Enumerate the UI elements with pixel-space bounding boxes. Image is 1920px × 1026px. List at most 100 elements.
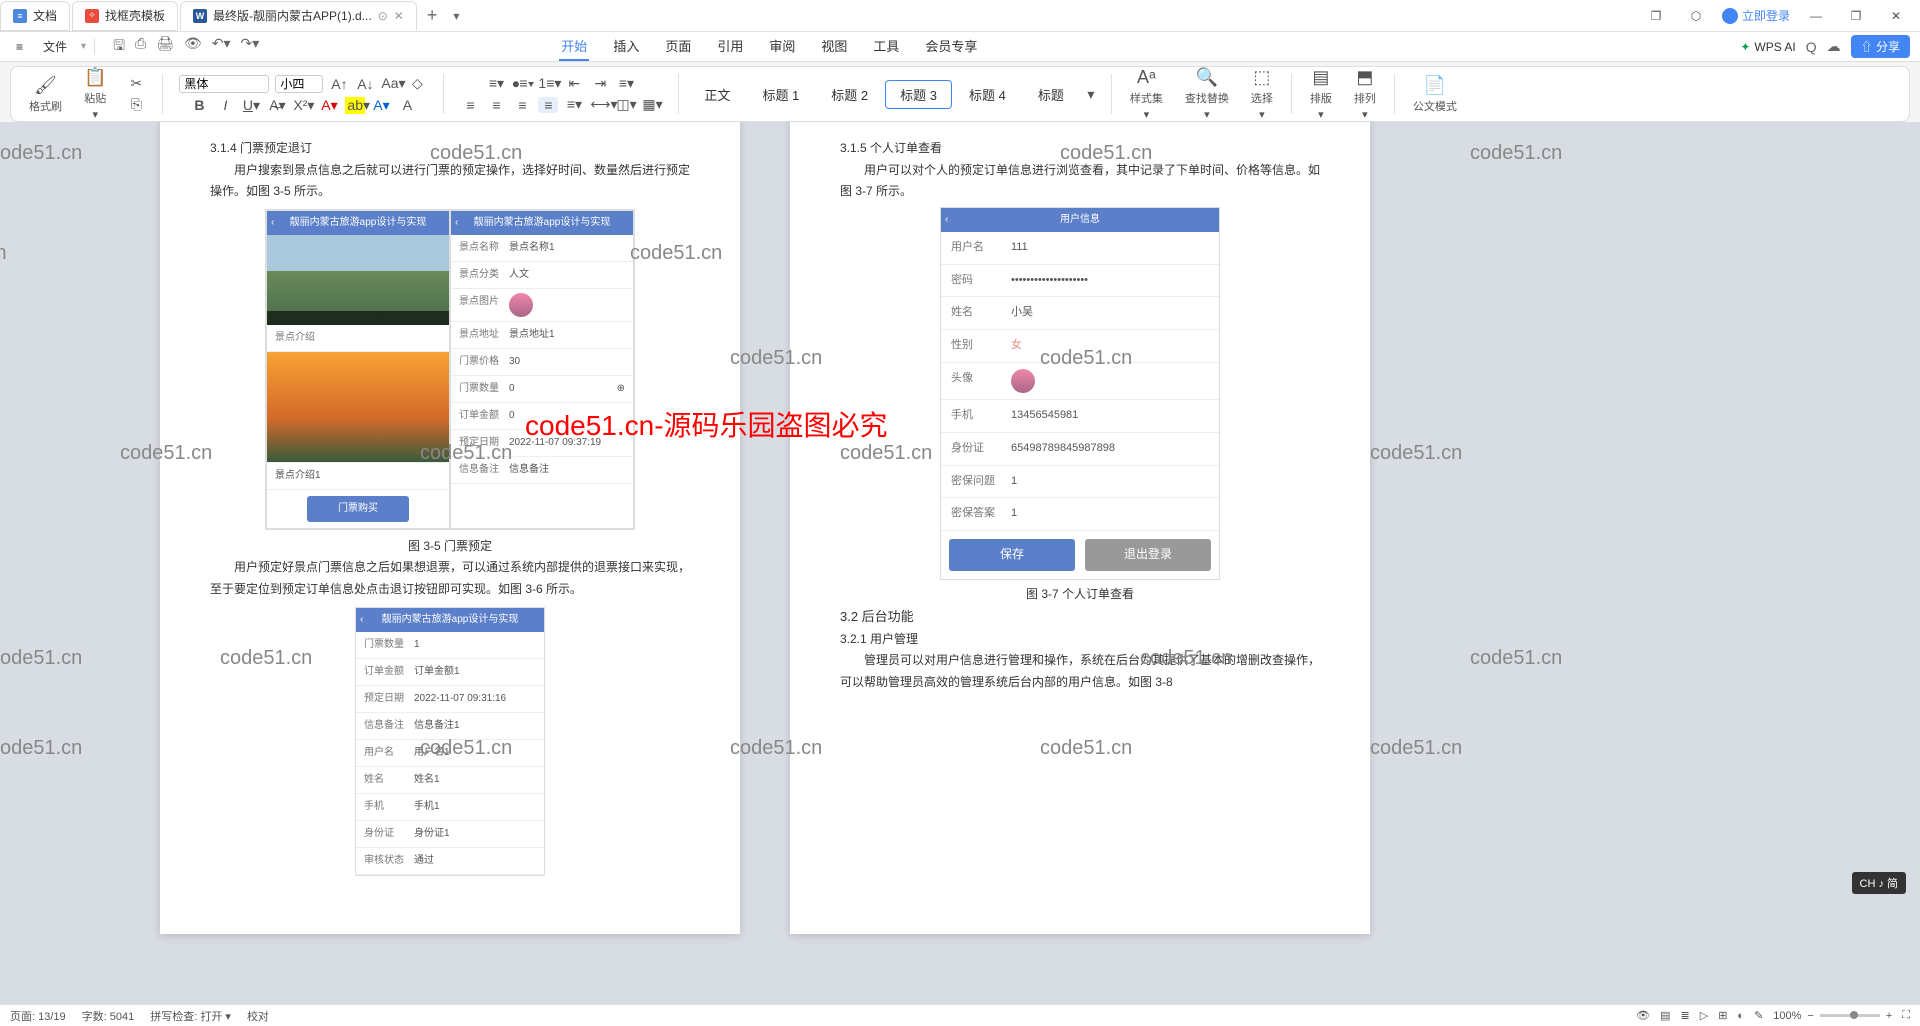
section-3-2: 3.2 后台功能 (840, 605, 1320, 628)
underline-icon[interactable]: U▾ (241, 97, 261, 114)
increase-indent-icon[interactable]: ⇥ (590, 75, 610, 92)
cloud-icon[interactable]: ☁ (1827, 38, 1841, 55)
undo-icon[interactable]: ↶▾ (212, 35, 231, 59)
web-view-icon[interactable]: ⊞ (1718, 1009, 1727, 1022)
line-spacing-icon[interactable]: ⟷▾ (590, 96, 610, 113)
word-count[interactable]: 字数: 5041 (82, 1008, 135, 1024)
file-menu[interactable]: 文件 (37, 36, 73, 57)
style-normal[interactable]: 正文 (689, 80, 745, 109)
hamburger-icon[interactable]: ≡ (10, 38, 29, 56)
page-left: 3.1.4 门票预定退订 用户搜索到景点信息之后就可以进行门票的预定操作，选择好… (160, 122, 740, 934)
borders-icon[interactable]: ▦▾ (642, 96, 662, 113)
tab-view[interactable]: 视图 (819, 32, 849, 61)
align-center-icon[interactable]: ≡ (486, 97, 506, 113)
proofing-status[interactable]: 校对 (247, 1008, 269, 1024)
tab-menu[interactable]: ▾ (445, 9, 467, 23)
maximize-button[interactable]: ❐ (1842, 2, 1870, 30)
duplicate-icon[interactable]: ❐ (1642, 2, 1670, 30)
font-color-icon[interactable]: A▾ (319, 97, 339, 114)
close-icon[interactable]: ⊙ (378, 9, 388, 23)
zoom-in-icon[interactable]: + (1886, 1010, 1892, 1022)
sort-icon[interactable]: ≡▾ (616, 75, 636, 92)
align-left-icon[interactable]: ≡ (460, 97, 480, 113)
layout-button[interactable]: ▤排版▾ (1302, 67, 1340, 121)
login-button[interactable]: 立即登录 (1722, 7, 1790, 24)
view-icon[interactable]: 👁 (1636, 1009, 1650, 1022)
bullets-icon[interactable]: ≡▾ (486, 75, 506, 92)
fullscreen-icon[interactable]: ⛶ (1902, 1009, 1910, 1022)
align-right-icon[interactable]: ≡ (512, 97, 532, 113)
zoom-control[interactable]: 100% − + (1773, 1010, 1892, 1022)
italic-icon[interactable]: I (215, 97, 235, 113)
font-name-select[interactable] (179, 75, 269, 93)
official-doc-button[interactable]: 📄公文模式 (1405, 75, 1465, 114)
tab-doc[interactable]: ≡文档 (0, 1, 70, 31)
tab-start[interactable]: 开始 (559, 32, 589, 61)
new-tab-button[interactable]: + (419, 5, 446, 26)
wps-ai-button[interactable]: ✦WPS AI (1740, 40, 1795, 54)
reading-view-icon[interactable]: ▷ (1700, 1009, 1708, 1022)
font-size-select[interactable] (275, 75, 323, 93)
format-brush-button[interactable]: 🖌格式刷 (21, 75, 70, 114)
multilevel-icon[interactable]: 1≡▾ (538, 75, 558, 92)
spellcheck-status[interactable]: 拼写检查: 打开 ▾ (150, 1008, 231, 1024)
page-indicator[interactable]: 页面: 13/19 (10, 1008, 66, 1024)
outline-view-icon[interactable]: ≣ (1681, 1009, 1690, 1022)
back-icon: ‹ (271, 214, 274, 232)
tab-insert[interactable]: 插入 (611, 32, 641, 61)
minimize-button[interactable]: — (1802, 2, 1830, 30)
zoom-out-icon[interactable]: − (1807, 1010, 1813, 1022)
style-h4[interactable]: 标题 4 (954, 80, 1021, 109)
style-h3[interactable]: 标题 3 (885, 80, 952, 109)
style-title[interactable]: 标题 (1023, 80, 1079, 109)
tab-review[interactable]: 审阅 (767, 32, 797, 61)
distribute-icon[interactable]: ≡▾ (564, 96, 584, 113)
paste-button[interactable]: 📋粘贴▾ (76, 67, 114, 121)
share-button[interactable]: ⇧ 分享 (1851, 35, 1910, 58)
tab-tools[interactable]: 工具 (871, 32, 901, 61)
pen-icon[interactable]: ✎ (1754, 1009, 1763, 1022)
tab-close[interactable]: ✕ (394, 9, 404, 23)
style-h2[interactable]: 标题 2 (816, 80, 883, 109)
close-button[interactable]: ✕ (1882, 2, 1910, 30)
print-preview-icon[interactable]: ⎙ (135, 35, 146, 59)
cut-icon[interactable]: ✂ (126, 75, 146, 92)
search-icon[interactable]: Q (1806, 39, 1817, 55)
superscript-icon[interactable]: X²▾ (293, 97, 313, 114)
change-case-icon[interactable]: Aa▾ (381, 75, 401, 92)
focus-icon[interactable]: ◐ (1737, 1010, 1744, 1022)
decrease-indent-icon[interactable]: ⇤ (564, 75, 584, 92)
copy-icon[interactable]: ⎘ (126, 96, 146, 113)
arrange-button[interactable]: ⬒排列▾ (1346, 67, 1384, 121)
shading-icon[interactable]: ◫▾ (616, 96, 636, 113)
tab-reference[interactable]: 引用 (715, 32, 745, 61)
cube-icon[interactable]: ⬡ (1682, 2, 1710, 30)
redo-icon[interactable]: ↷▾ (241, 35, 260, 59)
tab-template[interactable]: ✧找框壳模板 (72, 1, 178, 31)
select-button[interactable]: ⬚选择▾ (1243, 67, 1281, 121)
tab-member[interactable]: 会员专享 (923, 32, 979, 61)
font-color2-icon[interactable]: A▾ (371, 97, 391, 114)
text-effects-icon[interactable]: A (397, 97, 417, 113)
ime-indicator[interactable]: CH ♪ 简 (1852, 872, 1907, 894)
styleset-button[interactable]: Aᵃ样式集▾ (1122, 67, 1171, 121)
page-view-icon[interactable]: ▤ (1660, 1009, 1670, 1022)
style-h1[interactable]: 标题 1 (747, 80, 814, 109)
justify-icon[interactable]: ≡ (538, 97, 558, 113)
numbering-icon[interactable]: ⦁≡▾ (512, 75, 532, 92)
increase-font-icon[interactable]: A↑ (329, 76, 349, 92)
print-icon[interactable]: 🖨 (156, 35, 174, 59)
zoom-slider[interactable] (1820, 1014, 1880, 1017)
styles-more-icon[interactable]: ▾ (1081, 86, 1101, 103)
preview-icon[interactable]: 👁 (184, 35, 202, 59)
document-area[interactable]: 3.1.4 门票预定退订 用户搜索到景点信息之后就可以进行门票的预定操作，选择好… (0, 122, 1920, 1004)
tab-page[interactable]: 页面 (663, 32, 693, 61)
find-replace-button[interactable]: 🔍查找替换▾ (1177, 67, 1237, 121)
highlight-icon[interactable]: ab▾ (345, 97, 365, 114)
decrease-font-icon[interactable]: A↓ (355, 76, 375, 92)
bold-icon[interactable]: B (189, 97, 209, 113)
tab-active-doc[interactable]: W最终版-靓丽内蒙古APP(1).d...⊙✕ (180, 1, 417, 31)
save-icon[interactable]: 🖫 (113, 35, 125, 59)
strikethrough-icon[interactable]: A̶▾ (267, 97, 287, 114)
clear-format-icon[interactable]: ◇ (407, 75, 427, 92)
